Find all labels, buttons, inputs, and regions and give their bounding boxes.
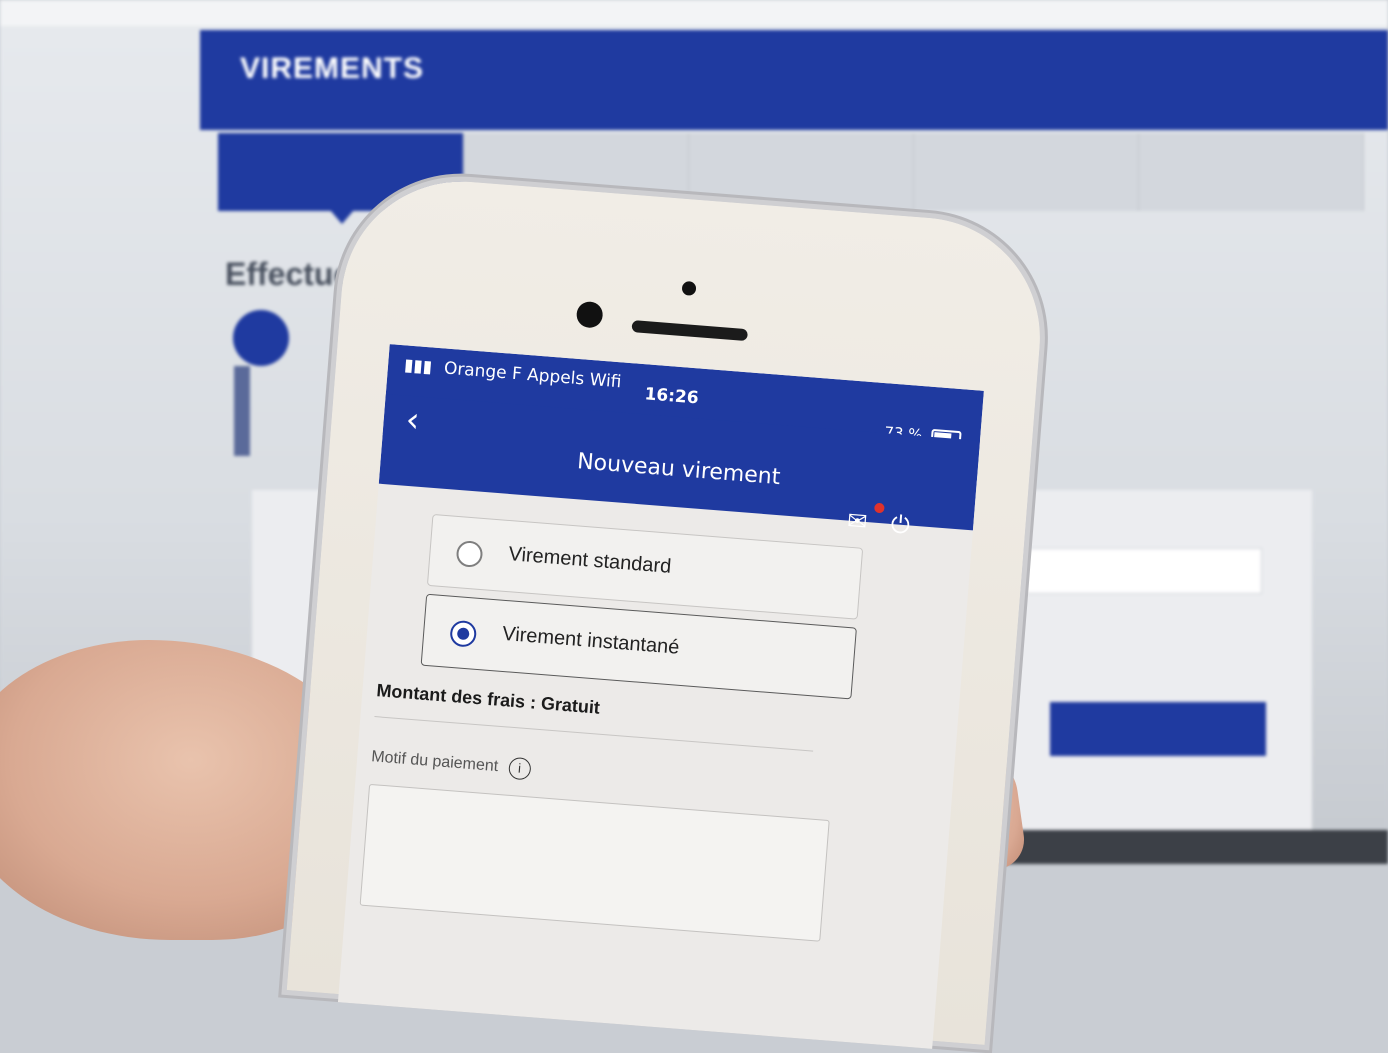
monitor-select [1010,548,1262,594]
option-label: Virement standard [507,543,673,578]
radio-button[interactable] [455,540,484,568]
signal-icon: ▮▮▮ [403,355,433,378]
carrier-label: Orange F Appels Wifi [443,358,623,393]
option-label: Virement instantané [501,622,681,659]
back-chevron-icon[interactable]: ‹ [404,400,421,441]
motif-label-text: Motif du paiement [370,748,499,776]
monitor-tab [689,133,914,211]
divider [374,716,814,752]
status-time: 16:26 [643,384,700,409]
monitor-top-strip [0,0,1388,26]
phone: ▮▮▮ Orange F Appels Wifi 16:26 73 % ‹ No… [286,172,1049,1049]
motif-label: Motif du paiement i [370,746,532,781]
info-icon[interactable]: i [507,756,532,781]
phone-screen: ▮▮▮ Orange F Appels Wifi 16:26 73 % ‹ No… [337,344,984,1049]
radio-button-selected[interactable] [449,619,478,648]
motif-input[interactable] [359,783,830,942]
monitor-step-circle [233,310,289,366]
monitor-tab [914,133,1139,211]
transfer-form: Virement standard Virement instantané Mo… [338,484,973,1049]
monitor-submit-button [1050,702,1266,756]
monitor-header-title: VIREMENTS [240,52,425,85]
monitor-tab [1139,133,1364,211]
monitor-header: VIREMENTS [200,30,1388,130]
fees-amount: Montant des frais : Gratuit [375,680,601,718]
monitor-step-line [234,366,250,456]
